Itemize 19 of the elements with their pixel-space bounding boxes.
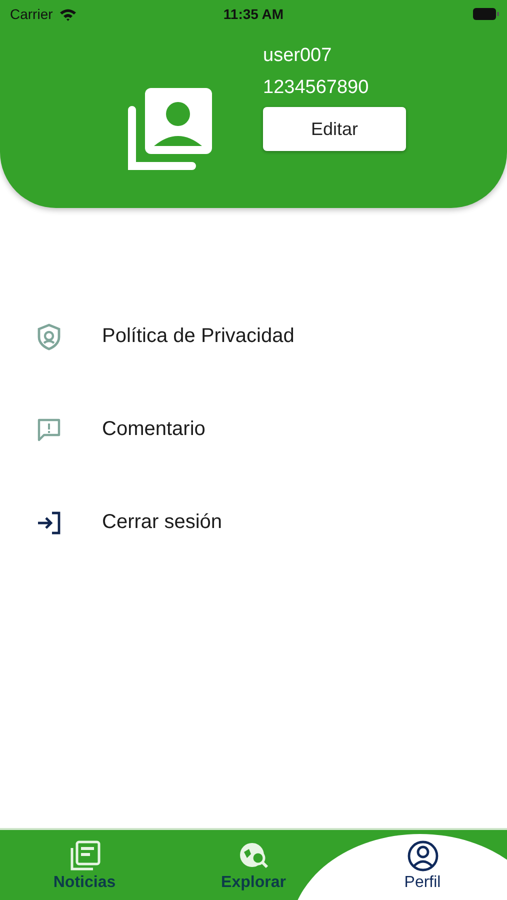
status-time: 11:35 AM xyxy=(222,6,285,22)
shield-icon xyxy=(36,322,62,350)
tab[interactable]: Explorar xyxy=(169,830,338,900)
menu-item[interactable]: Cerrar sesión xyxy=(0,476,507,569)
edit-button[interactable]: Editar xyxy=(263,107,406,151)
menu-item[interactable]: Comentario xyxy=(0,383,507,476)
login-arrow-icon xyxy=(36,510,62,536)
phone-number: 1234567890 xyxy=(263,76,370,100)
newspaper-icon xyxy=(68,840,100,872)
tab[interactable]: Perfil xyxy=(338,830,507,900)
tab[interactable]: Noticias xyxy=(0,830,169,900)
wifi-icon xyxy=(58,8,77,20)
carrier-label: Carrier xyxy=(10,6,53,22)
comment-icon xyxy=(36,416,62,442)
contact-photo-icon xyxy=(128,88,212,170)
username: user007 xyxy=(263,44,333,68)
menu-item[interactable]: Política de Privacidad xyxy=(0,290,507,383)
user-icon xyxy=(406,840,438,872)
battery-icon xyxy=(473,8,499,20)
